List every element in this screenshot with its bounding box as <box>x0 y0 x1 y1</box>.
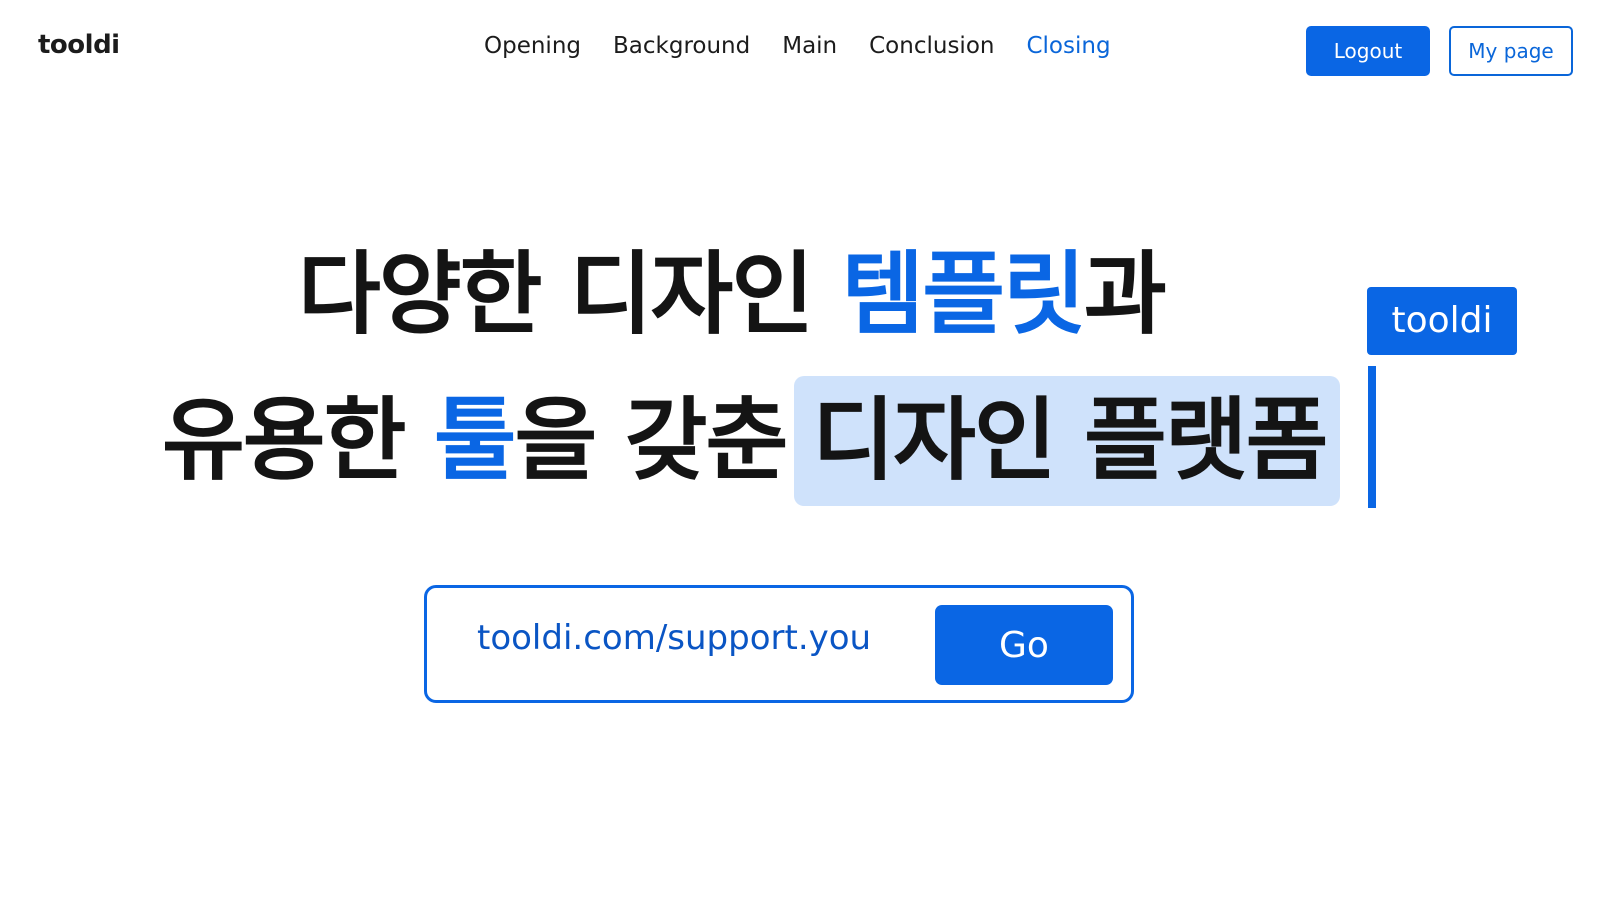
nav-item-background[interactable]: Background <box>613 33 750 59</box>
hero-headline-line-1: 다양한 디자인 템플릿과 <box>298 240 1167 350</box>
nav-item-closing[interactable]: Closing <box>1026 33 1110 59</box>
hero-line-1-text: 다양한 디자인 <box>298 242 842 347</box>
page: tooldi Opening Background Main Conclusio… <box>0 0 1600 900</box>
logo[interactable]: tooldi <box>38 30 120 60</box>
logout-button[interactable]: Logout <box>1306 26 1430 76</box>
hero-headline-line-2: 유용한 툴을 갖춘 디자인 플랫폼 <box>162 376 1341 506</box>
nav-item-main[interactable]: Main <box>782 33 837 59</box>
hero-highlighted-text: 디자인 플랫폼 <box>794 376 1341 506</box>
cursor-name-tag: tooldi <box>1367 287 1517 355</box>
url-input[interactable]: tooldi.com/support.you <box>477 618 871 658</box>
go-button[interactable]: Go <box>935 605 1113 685</box>
nav-item-opening[interactable]: Opening <box>484 33 581 59</box>
url-bar: tooldi.com/support.you Go <box>424 585 1134 703</box>
hero-line-2-suffix: 을 갖춘 <box>514 388 789 493</box>
hero-line-2-text: 유용한 <box>162 388 434 493</box>
nav-item-conclusion[interactable]: Conclusion <box>869 33 994 59</box>
hero-line-1-accent: 템플릿 <box>841 242 1085 347</box>
hero-line-2-accent: 툴 <box>433 388 517 493</box>
text-cursor-caret <box>1368 366 1376 508</box>
my-page-button[interactable]: My page <box>1449 26 1573 76</box>
hero-line-1-suffix: 과 <box>1083 242 1167 347</box>
main-nav: Opening Background Main Conclusion Closi… <box>484 33 1111 59</box>
